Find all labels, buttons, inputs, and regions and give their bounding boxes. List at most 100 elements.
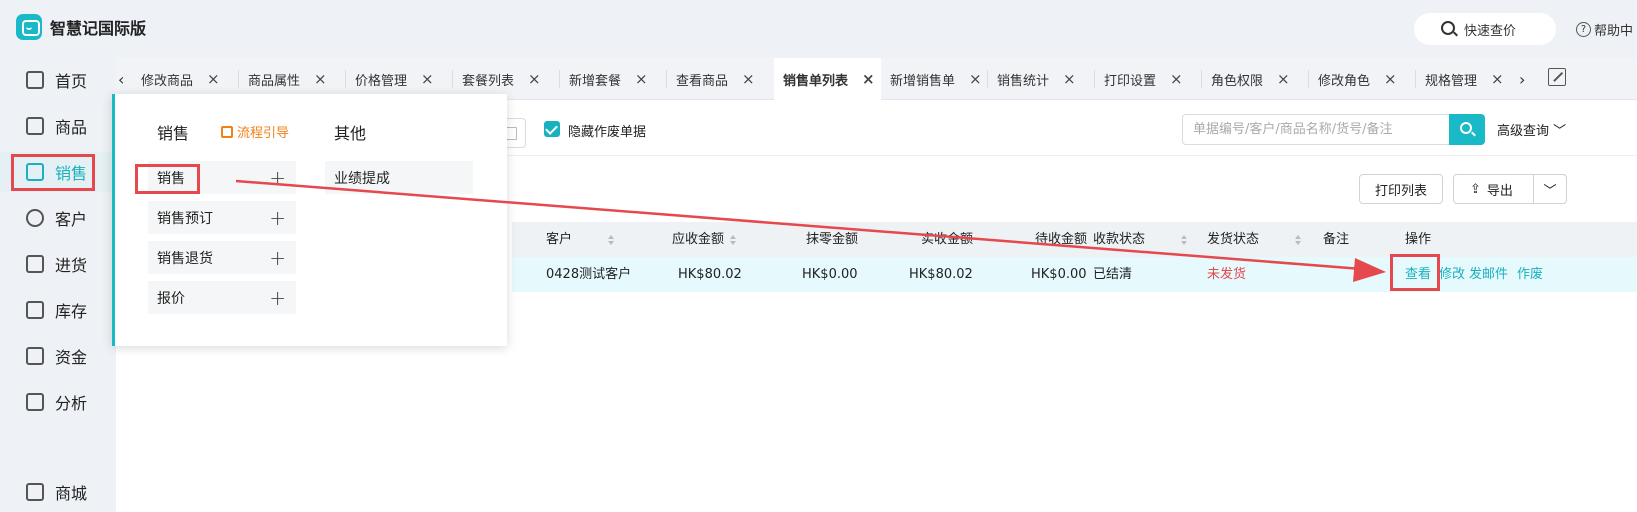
sidebar-item-funds[interactable]: 资金 (0, 336, 116, 376)
close-icon[interactable]: × (862, 70, 875, 88)
tab-print-settings[interactable]: 打印设置 × (1095, 58, 1202, 100)
plus-icon[interactable]: + (269, 206, 286, 230)
tab-role-permissions[interactable]: 角色权限 × (1202, 58, 1309, 100)
process-guide-link[interactable]: 流程引导 (221, 122, 289, 141)
close-icon[interactable]: × (1170, 70, 1183, 88)
search-input[interactable] (1182, 114, 1450, 145)
col-ship-status[interactable]: 发货状态 (1207, 222, 1302, 257)
close-icon[interactable]: × (1277, 70, 1290, 88)
table-row[interactable]: 0428测试客户 HK$80.02 HK$0.00 HK$80.02 HK$0.… (512, 257, 1637, 292)
shop-icon (26, 483, 44, 501)
close-icon[interactable]: × (969, 70, 982, 88)
void-link[interactable]: 作废 (1517, 257, 1543, 292)
chevron-down-icon: ﹀ (1553, 124, 1567, 139)
print-list-button[interactable]: 打印列表 (1359, 174, 1443, 204)
sidebar: 首页 商品 销售 客户 进货 库存 资金 分析 商城 (0, 58, 116, 512)
hide-void-checkbox[interactable] (544, 121, 560, 137)
sidebar-item-label: 首页 (55, 72, 88, 91)
advanced-search-toggle[interactable]: 高级查询 ﹀ (1497, 120, 1566, 139)
sidebar-item-customers[interactable]: 客户 (0, 198, 116, 238)
cell-received: HK$80.02 (909, 267, 973, 282)
col-remark: 备注 (1323, 222, 1349, 257)
edit-link[interactable]: 修改 (1439, 257, 1465, 292)
warehouse-icon (26, 301, 44, 319)
close-icon[interactable]: × (1491, 70, 1504, 88)
header-label: 实收金额 (921, 232, 974, 247)
table-header: 客户 应收金额 抹零金额 实收金额 待收金额 收款状态 发货状态 备注 操作 (512, 222, 1637, 257)
search-button[interactable] (1449, 114, 1485, 145)
tab-new-sales-order[interactable]: 新增销售单 × (881, 58, 988, 100)
help-link[interactable]: ? 帮助中 (1576, 20, 1633, 39)
sort-icon[interactable] (608, 234, 615, 245)
export-dropdown-button[interactable]: ﹀ (1533, 174, 1567, 204)
sidebar-item-label: 进货 (55, 256, 88, 275)
col-customer[interactable]: 客户 (546, 222, 615, 257)
bag-icon (26, 117, 44, 135)
tab-sales-order-list[interactable]: 销售单列表 × (774, 58, 881, 100)
plus-icon[interactable]: + (269, 246, 286, 270)
col-payment-status[interactable]: 收款状态 (1093, 222, 1188, 257)
sidebar-item-analysis[interactable]: 分析 (0, 382, 116, 422)
sort-icon[interactable] (1181, 234, 1188, 245)
sidebar-item-label: 分析 (55, 394, 88, 413)
logo-icon (16, 14, 42, 40)
annotation-box-sales-item (135, 164, 200, 194)
chevron-left-icon[interactable]: ‹ (118, 70, 124, 89)
chevron-down-icon: ﹀ (1543, 183, 1557, 199)
header-label: 待收金额 (1035, 232, 1088, 247)
popup-item-sales-return[interactable]: 销售退货 + (148, 241, 296, 274)
close-icon[interactable]: × (421, 70, 434, 88)
cell-pending: HK$0.00 (1031, 267, 1087, 282)
plus-icon[interactable]: + (269, 166, 286, 190)
close-icon[interactable]: × (1384, 70, 1397, 88)
tab-spec-management[interactable]: 规格管理 × (1416, 58, 1523, 100)
sort-icon[interactable] (730, 234, 737, 245)
annotation-box-sales-nav (11, 154, 95, 191)
tab-view-product[interactable]: 查看商品 × (667, 58, 774, 100)
flow-icon (221, 125, 233, 138)
fullscreen-icon[interactable] (1548, 68, 1566, 86)
upload-icon: ⇪ (1470, 181, 1481, 197)
home-icon (26, 71, 44, 89)
tab-label: 销售统计 (997, 73, 1050, 89)
sidebar-item-inventory[interactable]: 库存 (0, 290, 116, 330)
cell-payment-status: 已结清 (1093, 267, 1133, 282)
cell-rounding: HK$0.00 (802, 267, 858, 282)
tab-label: 套餐列表 (462, 73, 515, 89)
popup-item-sales-preorder[interactable]: 销售预订 + (148, 201, 296, 234)
close-icon[interactable]: × (1063, 70, 1076, 88)
sidebar-item-purchase[interactable]: 进货 (0, 244, 116, 284)
close-icon[interactable]: × (635, 70, 648, 88)
sort-icon[interactable] (1295, 234, 1302, 245)
popup-item-label: 业绩提成 (334, 170, 390, 187)
popup-item-commission[interactable]: 业绩提成 (325, 161, 473, 194)
tab-edit-role[interactable]: 修改角色 × (1309, 58, 1416, 100)
chevron-right-icon[interactable]: › (1519, 70, 1525, 89)
popup-sales-title: 销售 (157, 124, 190, 143)
col-receivable[interactable]: 应收金额 (672, 222, 737, 257)
sidebar-item-products[interactable]: 商品 (0, 106, 116, 146)
col-received: 实收金额 (921, 222, 973, 257)
sales-menu-popup: 销售 流程引导 其他 销售 + 销售预订 + 销售退货 + 报价 + 业绩提成 (112, 94, 507, 346)
col-operations: 操作 (1405, 222, 1431, 257)
close-icon[interactable]: × (742, 70, 755, 88)
cell-receivable: HK$80.02 (678, 267, 742, 282)
plus-icon[interactable]: + (269, 286, 286, 310)
tab-new-package[interactable]: 新增套餐 × (560, 58, 667, 100)
close-icon[interactable]: × (207, 70, 220, 88)
popup-item-quote[interactable]: 报价 + (148, 281, 296, 314)
close-icon[interactable]: × (314, 70, 327, 88)
app-logo[interactable]: 智慧记国际版 (16, 14, 146, 40)
tab-sales-statistics[interactable]: 销售统计 × (988, 58, 1095, 100)
header-label: 收款状态 (1093, 232, 1146, 247)
sidebar-item-mall[interactable]: 商城 (0, 472, 116, 512)
quick-price-button[interactable]: 快速查价 (1414, 13, 1556, 45)
send-email-link[interactable]: 发邮件 (1469, 257, 1508, 292)
tab-label: 修改角色 (1318, 73, 1371, 89)
popup-item-label: 销售退货 (157, 250, 213, 267)
header-label: 发货状态 (1207, 232, 1260, 247)
close-icon[interactable]: × (528, 70, 541, 88)
tab-label: 商品属性 (248, 73, 301, 89)
top-bar: 智慧记国际版 快速查价 ? 帮助中 (0, 0, 1637, 58)
sidebar-item-home[interactable]: 首页 (0, 60, 116, 100)
